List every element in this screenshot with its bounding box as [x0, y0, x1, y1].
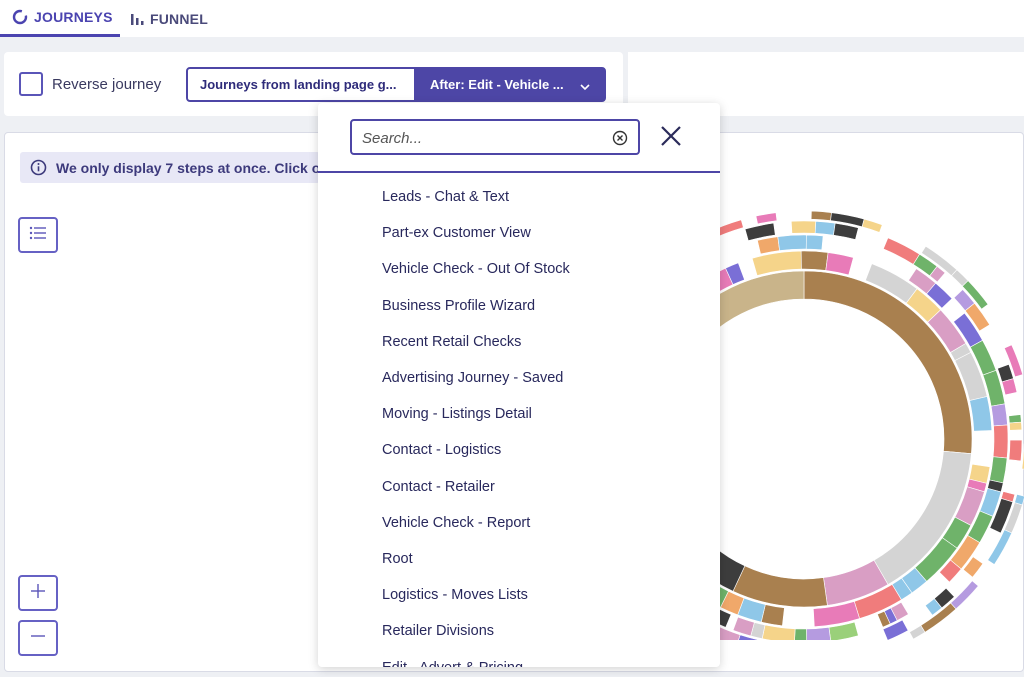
options-list: Leads - Chat & Text Part-ex Customer View… — [318, 179, 720, 667]
circle-spinner-icon — [12, 9, 28, 25]
sunburst-segment — [732, 616, 755, 637]
list-view-button[interactable] — [18, 217, 58, 253]
sunburst-segment — [757, 236, 780, 255]
info-text: We only display 7 steps at once. Click o — [56, 159, 320, 176]
clear-search-icon[interactable] — [612, 130, 628, 146]
sunburst-segment — [987, 529, 1013, 565]
sunburst-segment — [1009, 421, 1023, 431]
plus-icon — [31, 583, 45, 603]
sunburst-segment — [989, 456, 1008, 484]
sunburst-segment — [1008, 414, 1022, 424]
sunburst-segment — [950, 580, 979, 610]
bar-chart-icon — [130, 12, 144, 26]
sunburst-segment — [777, 234, 807, 251]
after-step-label: After: Edit - Vehicle ... — [430, 77, 564, 92]
option-item[interactable]: Logistics - Moves Lists — [318, 577, 720, 613]
sunburst-segment — [794, 628, 807, 640]
option-item[interactable]: Contact - Logistics — [318, 432, 720, 468]
reverse-journey-checkbox[interactable] — [19, 72, 43, 96]
search-box — [350, 119, 640, 155]
sunburst-segment — [800, 250, 829, 271]
after-step-dropdown[interactable]: After: Edit - Vehicle ... — [414, 67, 606, 102]
info-icon — [30, 159, 47, 176]
sunburst-segment — [992, 424, 1009, 459]
option-item[interactable]: Moving - Listings Detail — [318, 396, 720, 432]
sunburst-segment — [990, 403, 1008, 427]
sunburst-segment — [805, 234, 824, 251]
option-item[interactable]: Contact - Retailer — [318, 469, 720, 505]
option-item[interactable]: Recent Retail Checks — [318, 324, 720, 360]
sunburst-segment — [1008, 439, 1023, 462]
step-selector-dropdown: Leads - Chat & TextPart-ex Customer View… — [318, 103, 720, 667]
option-item[interactable]: Edit - Advert & Pricing — [318, 649, 720, 667]
sunburst-segment — [825, 252, 854, 276]
zoom-out-button[interactable] — [18, 620, 58, 656]
search-input[interactable] — [362, 127, 602, 149]
zoom-in-button[interactable] — [18, 575, 58, 611]
option-item[interactable]: Leads - Chat & Text — [318, 179, 720, 215]
option-item[interactable]: Root — [318, 541, 720, 577]
sunburst-segment — [833, 222, 859, 240]
sunburst-segment — [755, 212, 778, 225]
info-banner: We only display 7 steps at once. Click o — [20, 152, 320, 183]
option-item[interactable]: Vehicle Check - Report — [318, 505, 720, 541]
top-nav: JOURNEYS FUNNEL — [0, 0, 1024, 37]
sunburst-segment — [882, 237, 921, 265]
sunburst-segment — [814, 221, 836, 236]
reverse-journey-label: Reverse journey — [52, 76, 162, 93]
sunburst-segment — [1001, 378, 1018, 396]
tab-journeys[interactable]: JOURNEYS — [0, 0, 120, 37]
list-icon — [29, 226, 47, 245]
tab-label: JOURNEYS — [34, 9, 113, 25]
option-item[interactable]: Business Profile Wizard — [318, 288, 720, 324]
sunburst-segment — [861, 218, 883, 233]
option-item[interactable]: Advertising Journey - Saved — [318, 360, 720, 396]
sunburst-segment — [806, 627, 831, 640]
close-icon[interactable] — [660, 125, 682, 147]
sunburst-segment — [790, 220, 817, 234]
chevron-down-icon — [580, 79, 590, 94]
tab-label: FUNNEL — [150, 10, 208, 27]
tab-funnel[interactable]: FUNNEL — [128, 0, 228, 37]
journey-source-button[interactable]: Journeys from landing page g... — [186, 67, 416, 102]
option-item[interactable]: Vehicle Check - Out Of Stock — [318, 251, 720, 287]
sunburst-segment — [810, 210, 832, 221]
sunburst-segment — [969, 396, 993, 432]
minus-icon — [31, 629, 45, 648]
option-item[interactable]: Retailer Divisions — [318, 613, 720, 649]
sunburst-segment — [761, 624, 796, 640]
option-item[interactable]: Part-ex Customer View — [318, 215, 720, 251]
dropdown-divider — [318, 171, 720, 173]
